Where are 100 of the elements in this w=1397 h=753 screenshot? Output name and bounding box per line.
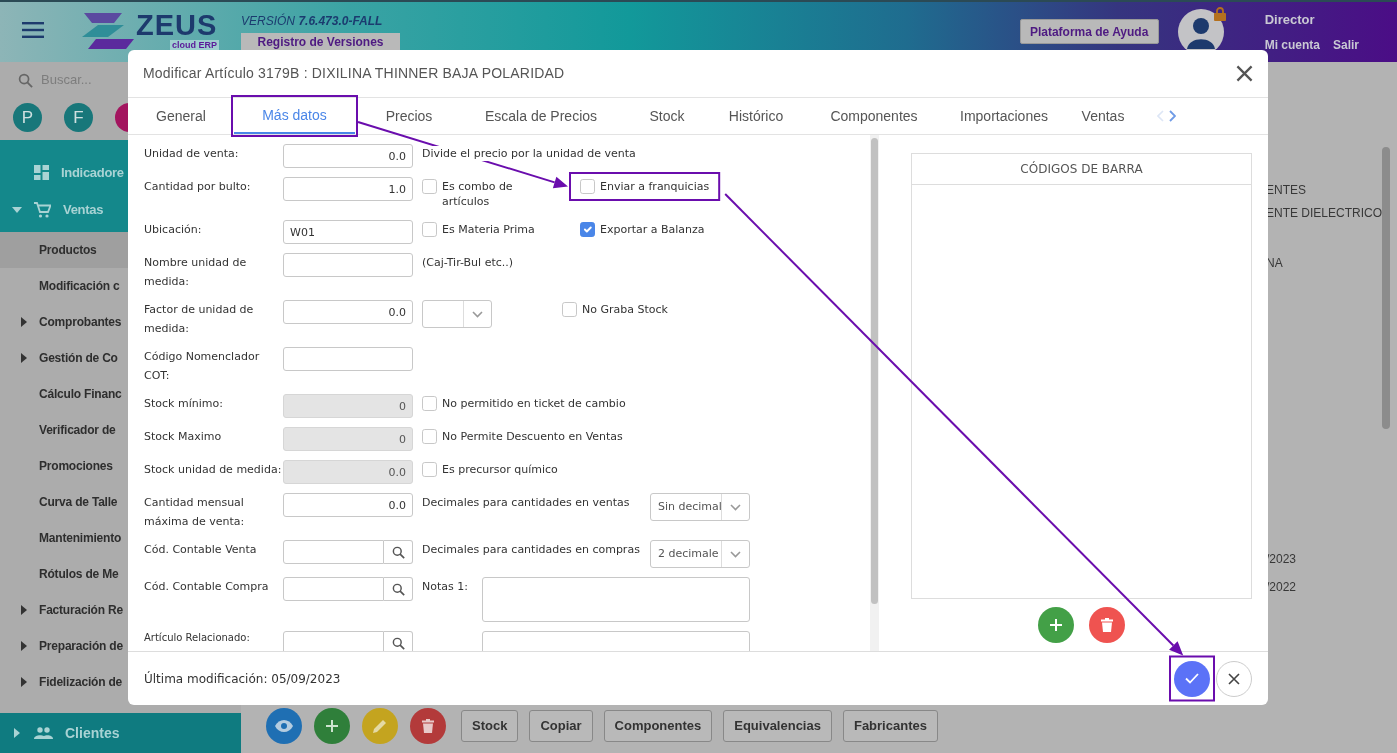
- user-role: Director: [1264, 11, 1316, 29]
- toolbar-button[interactable]: Copiar: [529, 710, 593, 742]
- input-field[interactable]: [283, 347, 413, 371]
- view-button[interactable]: [266, 708, 302, 744]
- edit-button[interactable]: [362, 708, 398, 744]
- toolbar-button[interactable]: Fabricantes: [842, 710, 938, 742]
- checkbox-label: Es Materia Prima: [442, 222, 535, 237]
- people-icon: [34, 727, 53, 739]
- panel-title: CÓDIGOS DE BARRA: [1020, 160, 1143, 178]
- release-notes-button[interactable]: Registro de Versiones: [241, 33, 400, 51]
- caret-right-icon: [14, 728, 20, 738]
- account-link[interactable]: Salir: [1333, 35, 1359, 54]
- checkbox-label: Exportar a Balanza: [600, 222, 705, 237]
- field-label: Cód. Contable Compra: [144, 579, 270, 595]
- search-icon: [391, 545, 405, 559]
- last-modified-text: Última modificación: 05/09/2023: [144, 670, 341, 688]
- checkbox-label: No permitido en ticket de cambio: [442, 396, 626, 411]
- sidebar-item[interactable]: Facturación Re: [39, 601, 123, 619]
- chevron-right-icon: [1169, 110, 1176, 122]
- account-link[interactable]: Mi cuenta: [1264, 35, 1320, 54]
- checkbox[interactable]: [580, 222, 595, 237]
- sidebar-item[interactable]: Verificador de: [39, 421, 116, 439]
- tab[interactable]: Stock: [625, 98, 709, 134]
- tab[interactable]: Ventas: [1063, 98, 1143, 134]
- toolbar-button[interactable]: Componentes: [603, 710, 713, 742]
- sidebar-item[interactable]: Modificación c: [39, 277, 120, 295]
- add-barcode-button[interactable]: [1038, 607, 1074, 643]
- field-label: Cantidad por bulto:: [144, 179, 252, 195]
- checkbox[interactable]: [580, 179, 595, 194]
- hint-text: Divide el precio por la unidad de venta: [422, 146, 636, 162]
- field-label: Nombre unidad de medida:: [144, 255, 248, 290]
- version-label: VERSIÓN 7.6.473.0-FALL: [241, 12, 384, 30]
- checkbox-label: No Graba Stock: [582, 302, 668, 317]
- close-icon: [1236, 65, 1253, 82]
- toolbar-button[interactable]: Stock: [461, 710, 519, 742]
- sidebar-item[interactable]: Cálculo Financ: [39, 385, 122, 403]
- caret-right-icon: [21, 605, 27, 615]
- caret-right-icon: [21, 677, 27, 687]
- cart-icon: [34, 201, 51, 218]
- checkbox[interactable]: [422, 179, 437, 194]
- caret-right-icon: [21, 641, 27, 651]
- field-label: Cantidad mensual máxima de venta:: [144, 495, 246, 530]
- checkbox[interactable]: [422, 222, 437, 237]
- field-label: Cód. Contable Venta: [144, 542, 258, 558]
- tab[interactable]: Componentes: [803, 98, 945, 134]
- shortcut-avatar[interactable]: F: [64, 103, 93, 132]
- tab[interactable]: Histórico: [709, 98, 803, 134]
- caret-right-icon: [21, 353, 27, 363]
- delete-button[interactable]: [410, 708, 446, 744]
- input-field[interactable]: 0.0: [283, 493, 413, 517]
- toolbar-button[interactable]: Equivalencias: [723, 710, 832, 742]
- sidebar-item[interactable]: Rótulos de Me: [39, 565, 119, 583]
- sidebar-item[interactable]: Curva de Talle: [39, 493, 118, 511]
- input-field[interactable]: [283, 540, 384, 564]
- dropdown[interactable]: Sin decimal: [650, 493, 750, 521]
- tab[interactable]: Más datos: [234, 98, 355, 134]
- checkbox[interactable]: [562, 302, 577, 317]
- dashboard-icon: [34, 165, 49, 180]
- cancel-button[interactable]: [1216, 660, 1252, 697]
- shortcut-avatar[interactable]: P: [13, 103, 42, 132]
- search-icon: [391, 582, 405, 596]
- lookup-button[interactable]: [384, 577, 413, 601]
- notes-field[interactable]: [482, 577, 750, 622]
- tab[interactable]: Escala de Precios: [457, 98, 625, 134]
- input-field[interactable]: 1.0: [283, 177, 413, 201]
- sidebar-item[interactable]: Productos: [39, 241, 97, 259]
- caret-right-icon: [21, 317, 27, 327]
- dropdown[interactable]: [422, 300, 492, 328]
- chevron-down-icon: [730, 503, 742, 511]
- field-label: Notas 1:: [422, 579, 469, 595]
- input-field[interactable]: 0.0: [283, 144, 413, 168]
- sidebar-item[interactable]: Preparación de: [39, 637, 123, 655]
- add-button[interactable]: [314, 708, 350, 744]
- delete-barcode-button[interactable]: [1089, 607, 1125, 643]
- plus-icon: [1050, 619, 1062, 631]
- input-field[interactable]: W01: [283, 220, 413, 244]
- tab[interactable]: Precios: [361, 98, 457, 134]
- tab[interactable]: General: [128, 98, 234, 134]
- help-button[interactable]: Plataforma de Ayuda: [1019, 19, 1159, 44]
- dropdown[interactable]: 2 decimale: [650, 540, 750, 568]
- sidebar-item[interactable]: Comprobantes: [39, 313, 122, 331]
- lookup-button[interactable]: [384, 631, 413, 651]
- input-field[interactable]: [283, 631, 384, 651]
- close-button[interactable]: [1236, 65, 1253, 82]
- input-field[interactable]: 0.0: [283, 300, 413, 324]
- input-field[interactable]: [283, 253, 413, 277]
- sidebar-item[interactable]: Gestión de Co: [39, 349, 118, 367]
- input-field[interactable]: [283, 577, 384, 601]
- checkbox[interactable]: [422, 429, 437, 444]
- tab[interactable]: Importaciones: [945, 98, 1063, 134]
- checkbox[interactable]: [422, 396, 437, 411]
- hint-text: (Caj-Tir-Bul etc..): [422, 255, 514, 271]
- sidebar-item[interactable]: Mantenimiento: [39, 529, 122, 547]
- trash-icon: [1101, 618, 1113, 632]
- checkbox[interactable]: [422, 462, 437, 477]
- sidebar-item[interactable]: Promociones: [39, 457, 113, 475]
- sidebar-item[interactable]: Fidelización de: [39, 673, 123, 691]
- eye-icon: [275, 720, 293, 732]
- lookup-button[interactable]: [384, 540, 413, 564]
- menu-icon: [22, 22, 44, 38]
